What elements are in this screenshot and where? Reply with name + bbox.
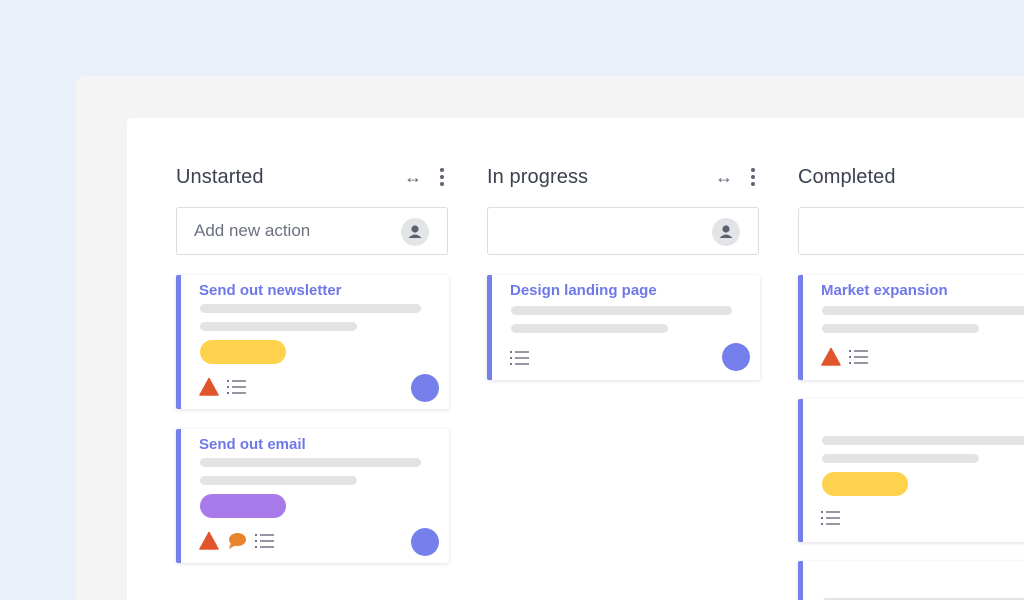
task-card[interactable]: Design landing page — [487, 275, 760, 380]
warning-icon — [198, 530, 220, 552]
column-header: Completed — [798, 166, 1024, 194]
task-card[interactable] — [798, 561, 1024, 600]
text-placeholder-line — [511, 324, 668, 333]
label-tag[interactable] — [822, 472, 908, 496]
warning-icon — [820, 346, 842, 368]
card-accent-stripe — [176, 275, 181, 409]
add-action-input[interactable] — [505, 221, 705, 241]
add-action-input[interactable] — [194, 221, 394, 241]
task-card[interactable]: Market expansion — [798, 275, 1024, 380]
text-placeholder-line — [200, 458, 421, 467]
comment-icon — [226, 530, 248, 552]
kanban-board: Unstarted ↔ Send out newsletter — [127, 118, 1024, 600]
label-tag[interactable] — [200, 340, 286, 364]
task-card[interactable]: Send out email — [176, 429, 449, 563]
column-title: Unstarted — [176, 166, 264, 188]
column-title: Completed — [798, 166, 896, 188]
card-accent-stripe — [487, 275, 492, 380]
text-placeholder-line — [200, 322, 357, 331]
card-title[interactable]: Send out newsletter — [199, 282, 342, 299]
task-card[interactable]: Send out newsletter — [176, 275, 449, 409]
assignee-avatar[interactable] — [411, 374, 439, 402]
card-accent-stripe — [798, 561, 803, 600]
column-header: In progress ↔ — [487, 166, 761, 194]
checklist-icon — [848, 346, 870, 368]
checklist-icon — [509, 347, 531, 369]
add-action-input[interactable] — [816, 221, 1016, 241]
text-placeholder-line — [822, 436, 1024, 445]
card-title[interactable]: Market expansion — [821, 282, 948, 299]
card-title[interactable]: Send out email — [199, 436, 306, 453]
expand-icon[interactable]: ↔ — [402, 167, 424, 187]
text-placeholder-line — [822, 324, 979, 333]
warning-icon — [198, 376, 220, 398]
task-card[interactable] — [798, 399, 1024, 542]
assignee-user-icon[interactable] — [712, 218, 740, 246]
add-action-box — [798, 207, 1024, 255]
label-tag[interactable] — [200, 494, 286, 518]
card-accent-stripe — [176, 429, 181, 563]
checklist-icon — [226, 376, 248, 398]
checklist-icon — [820, 507, 842, 529]
column-header: Unstarted ↔ — [176, 166, 450, 194]
card-accent-stripe — [798, 275, 803, 380]
text-placeholder-line — [822, 454, 979, 463]
text-placeholder-line — [822, 306, 1024, 315]
add-action-box — [487, 207, 759, 255]
assignee-avatar[interactable] — [722, 343, 750, 371]
more-vertical-icon[interactable] — [438, 168, 446, 186]
add-action-box — [176, 207, 448, 255]
assignee-user-icon[interactable] — [401, 218, 429, 246]
text-placeholder-line — [511, 306, 732, 315]
text-placeholder-line — [200, 304, 421, 313]
card-accent-stripe — [798, 399, 803, 542]
column-title: In progress — [487, 166, 589, 188]
assignee-avatar[interactable] — [411, 528, 439, 556]
card-title[interactable]: Design landing page — [510, 282, 657, 299]
expand-icon[interactable]: ↔ — [713, 167, 735, 187]
more-vertical-icon[interactable] — [749, 168, 757, 186]
checklist-icon — [254, 530, 276, 552]
text-placeholder-line — [200, 476, 357, 485]
